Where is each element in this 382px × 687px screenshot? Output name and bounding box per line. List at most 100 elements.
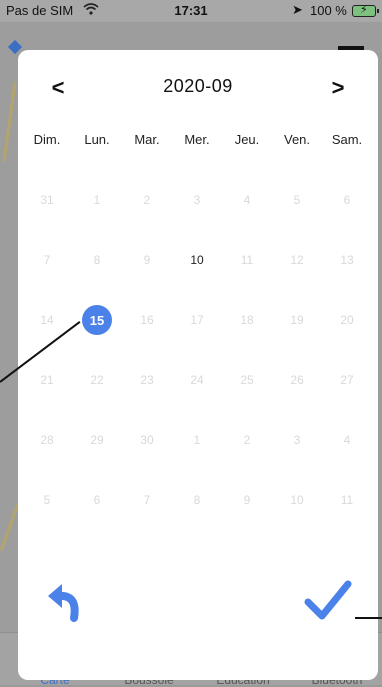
location-arrow-icon: ➤ — [292, 2, 303, 17]
calendar-day-label: 10 — [190, 253, 204, 267]
calendar-day[interactable]: 7 — [22, 245, 72, 275]
calendar-day-label: 11 — [240, 253, 254, 267]
calendar-day[interactable]: 24 — [172, 365, 222, 395]
calendar-day[interactable]: 19 — [272, 305, 322, 335]
calendar-day[interactable]: 27 — [322, 365, 372, 395]
weekday-label: Mer. — [184, 132, 210, 147]
calendar-day-label: 5 — [43, 493, 51, 507]
calendar-day[interactable]: 18 — [222, 305, 272, 335]
calendar-day[interactable]: 11 — [222, 245, 272, 275]
calendar-day[interactable]: 13 — [322, 245, 372, 275]
calendar-day[interactable]: 31 — [22, 185, 72, 215]
calendar-day-label: 2 — [143, 193, 151, 207]
calendar-day[interactable]: 22 — [72, 365, 122, 395]
calendar-day[interactable]: 5 — [272, 185, 322, 215]
calendar-day-label: 7 — [43, 253, 51, 267]
weekday-label: Jeu. — [234, 132, 260, 147]
calendar-day-label: 6 — [343, 193, 351, 207]
calendar-day-label: 23 — [140, 373, 154, 387]
calendar-day-label: 13 — [340, 253, 354, 267]
calendar-day[interactable]: 3 — [172, 185, 222, 215]
calendar-day-label: 3 — [293, 433, 301, 447]
calendar-day[interactable]: 30 — [122, 425, 172, 455]
calendar-day-label: 27 — [340, 373, 354, 387]
calendar-day-label: 2 — [243, 433, 251, 447]
calendar-week-row: 5 6 7 8 9 10 11 — [22, 485, 378, 545]
calendar-day[interactable]: 23 — [122, 365, 172, 395]
calendar-day[interactable]: 1 — [72, 185, 122, 215]
calendar-day[interactable]: 2 — [122, 185, 172, 215]
calendar-day-label: 31 — [40, 193, 54, 207]
calendar-day-label: 15 — [82, 305, 112, 335]
calendar-day-label: 10 — [290, 493, 304, 507]
calendar-week-row: 14 15 16 17 18 19 20 — [22, 305, 378, 365]
calendar-day-label: 7 — [143, 493, 151, 507]
calendar-day-label: 16 — [140, 313, 154, 327]
calendar-day[interactable]: 7 — [122, 485, 172, 515]
calendar-week-row: 7 8 9 10 11 12 13 — [22, 245, 378, 305]
calendar-day[interactable]: 10 — [272, 485, 322, 515]
calendar-day[interactable]: 6 — [322, 185, 372, 215]
calendar-day[interactable]: 29 — [72, 425, 122, 455]
undo-arrow-icon — [48, 584, 79, 622]
calendar-day-label: 20 — [340, 313, 354, 327]
calendar-day[interactable]: 8 — [172, 485, 222, 515]
calendar-week-row: 28 29 30 1 2 3 4 — [22, 425, 378, 485]
weekday-label: Mar. — [134, 132, 160, 147]
calendar-day[interactable]: 17 — [172, 305, 222, 335]
checkmark-icon — [304, 580, 352, 620]
calendar-day-label: 24 — [190, 373, 204, 387]
battery-icon: ⚡ — [352, 4, 379, 17]
calendar-day[interactable]: 5 — [22, 485, 72, 515]
calendar-day-label: 12 — [290, 253, 304, 267]
calendar-day-label: 21 — [40, 373, 54, 387]
next-month-button[interactable]: > — [318, 72, 358, 104]
battery-percent: 100 % — [310, 3, 347, 18]
calendar-day-label: 17 — [190, 313, 204, 327]
calendar-day-label: 1 — [93, 193, 101, 207]
calendar-day-label: 9 — [243, 493, 251, 507]
calendar-day[interactable]: 1 — [172, 425, 222, 455]
calendar-day-label: 4 — [343, 433, 351, 447]
calendar-day-label: 5 — [293, 193, 301, 207]
calendar-day[interactable]: 11 — [322, 485, 372, 515]
calendar-day-label: 28 — [40, 433, 54, 447]
calendar-day[interactable]: 28 — [22, 425, 72, 455]
calendar-day-label: 29 — [90, 433, 104, 447]
calendar-day-label: 6 — [93, 493, 101, 507]
calendar-day[interactable]: 16 — [122, 305, 172, 335]
calendar-day[interactable]: 9 — [222, 485, 272, 515]
calendar-day[interactable]: 26 — [272, 365, 322, 395]
calendar-day-selected[interactable]: 15 — [72, 305, 122, 335]
calendar-day[interactable]: 4 — [322, 425, 372, 455]
calendar-day[interactable]: 21 — [22, 365, 72, 395]
weekday-label: Sam. — [331, 132, 363, 147]
annotation-line — [355, 617, 382, 619]
calendar-day[interactable]: 12 — [272, 245, 322, 275]
calendar-day[interactable]: 6 — [72, 485, 122, 515]
map-road — [2, 82, 17, 162]
confirm-button[interactable] — [304, 578, 352, 622]
weekday-label: Dim. — [33, 132, 61, 147]
status-bar: Pas de SIM 17:31 ➤ 100 % ⚡ — [0, 0, 382, 22]
weekday-header: Dim. Lun. Mar. Mer. Jeu. Ven. Sam. — [22, 132, 378, 147]
calendar-day[interactable]: 9 — [122, 245, 172, 275]
calendar-day[interactable]: 20 — [322, 305, 372, 335]
calendar-day[interactable]: 4 — [222, 185, 272, 215]
calendar-day-label: 30 — [140, 433, 154, 447]
calendar-day[interactable]: 8 — [72, 245, 122, 275]
back-button[interactable] — [44, 578, 84, 622]
calendar-grid: 31 1 2 3 4 5 6 7 8 9 10 11 12 13 14 15 16 17 18 19 20 21 22 23 2… — [22, 185, 378, 545]
calendar-day[interactable]: 10 — [172, 245, 222, 275]
calendar-day[interactable]: 25 — [222, 365, 272, 395]
calendar-day-label: 4 — [243, 193, 251, 207]
calendar-week-row: 21 22 23 24 25 26 27 — [22, 365, 378, 425]
calendar-day-label: 8 — [93, 253, 101, 267]
calendar-day-label: 9 — [143, 253, 151, 267]
weekday-label: Ven. — [283, 132, 311, 147]
calendar-day[interactable]: 2 — [222, 425, 272, 455]
calendar-day-label: 19 — [290, 313, 304, 327]
weekday-label: Lun. — [84, 132, 110, 147]
calendar-day[interactable]: 3 — [272, 425, 322, 455]
date-picker-header: < 2020-09 > — [18, 72, 378, 104]
